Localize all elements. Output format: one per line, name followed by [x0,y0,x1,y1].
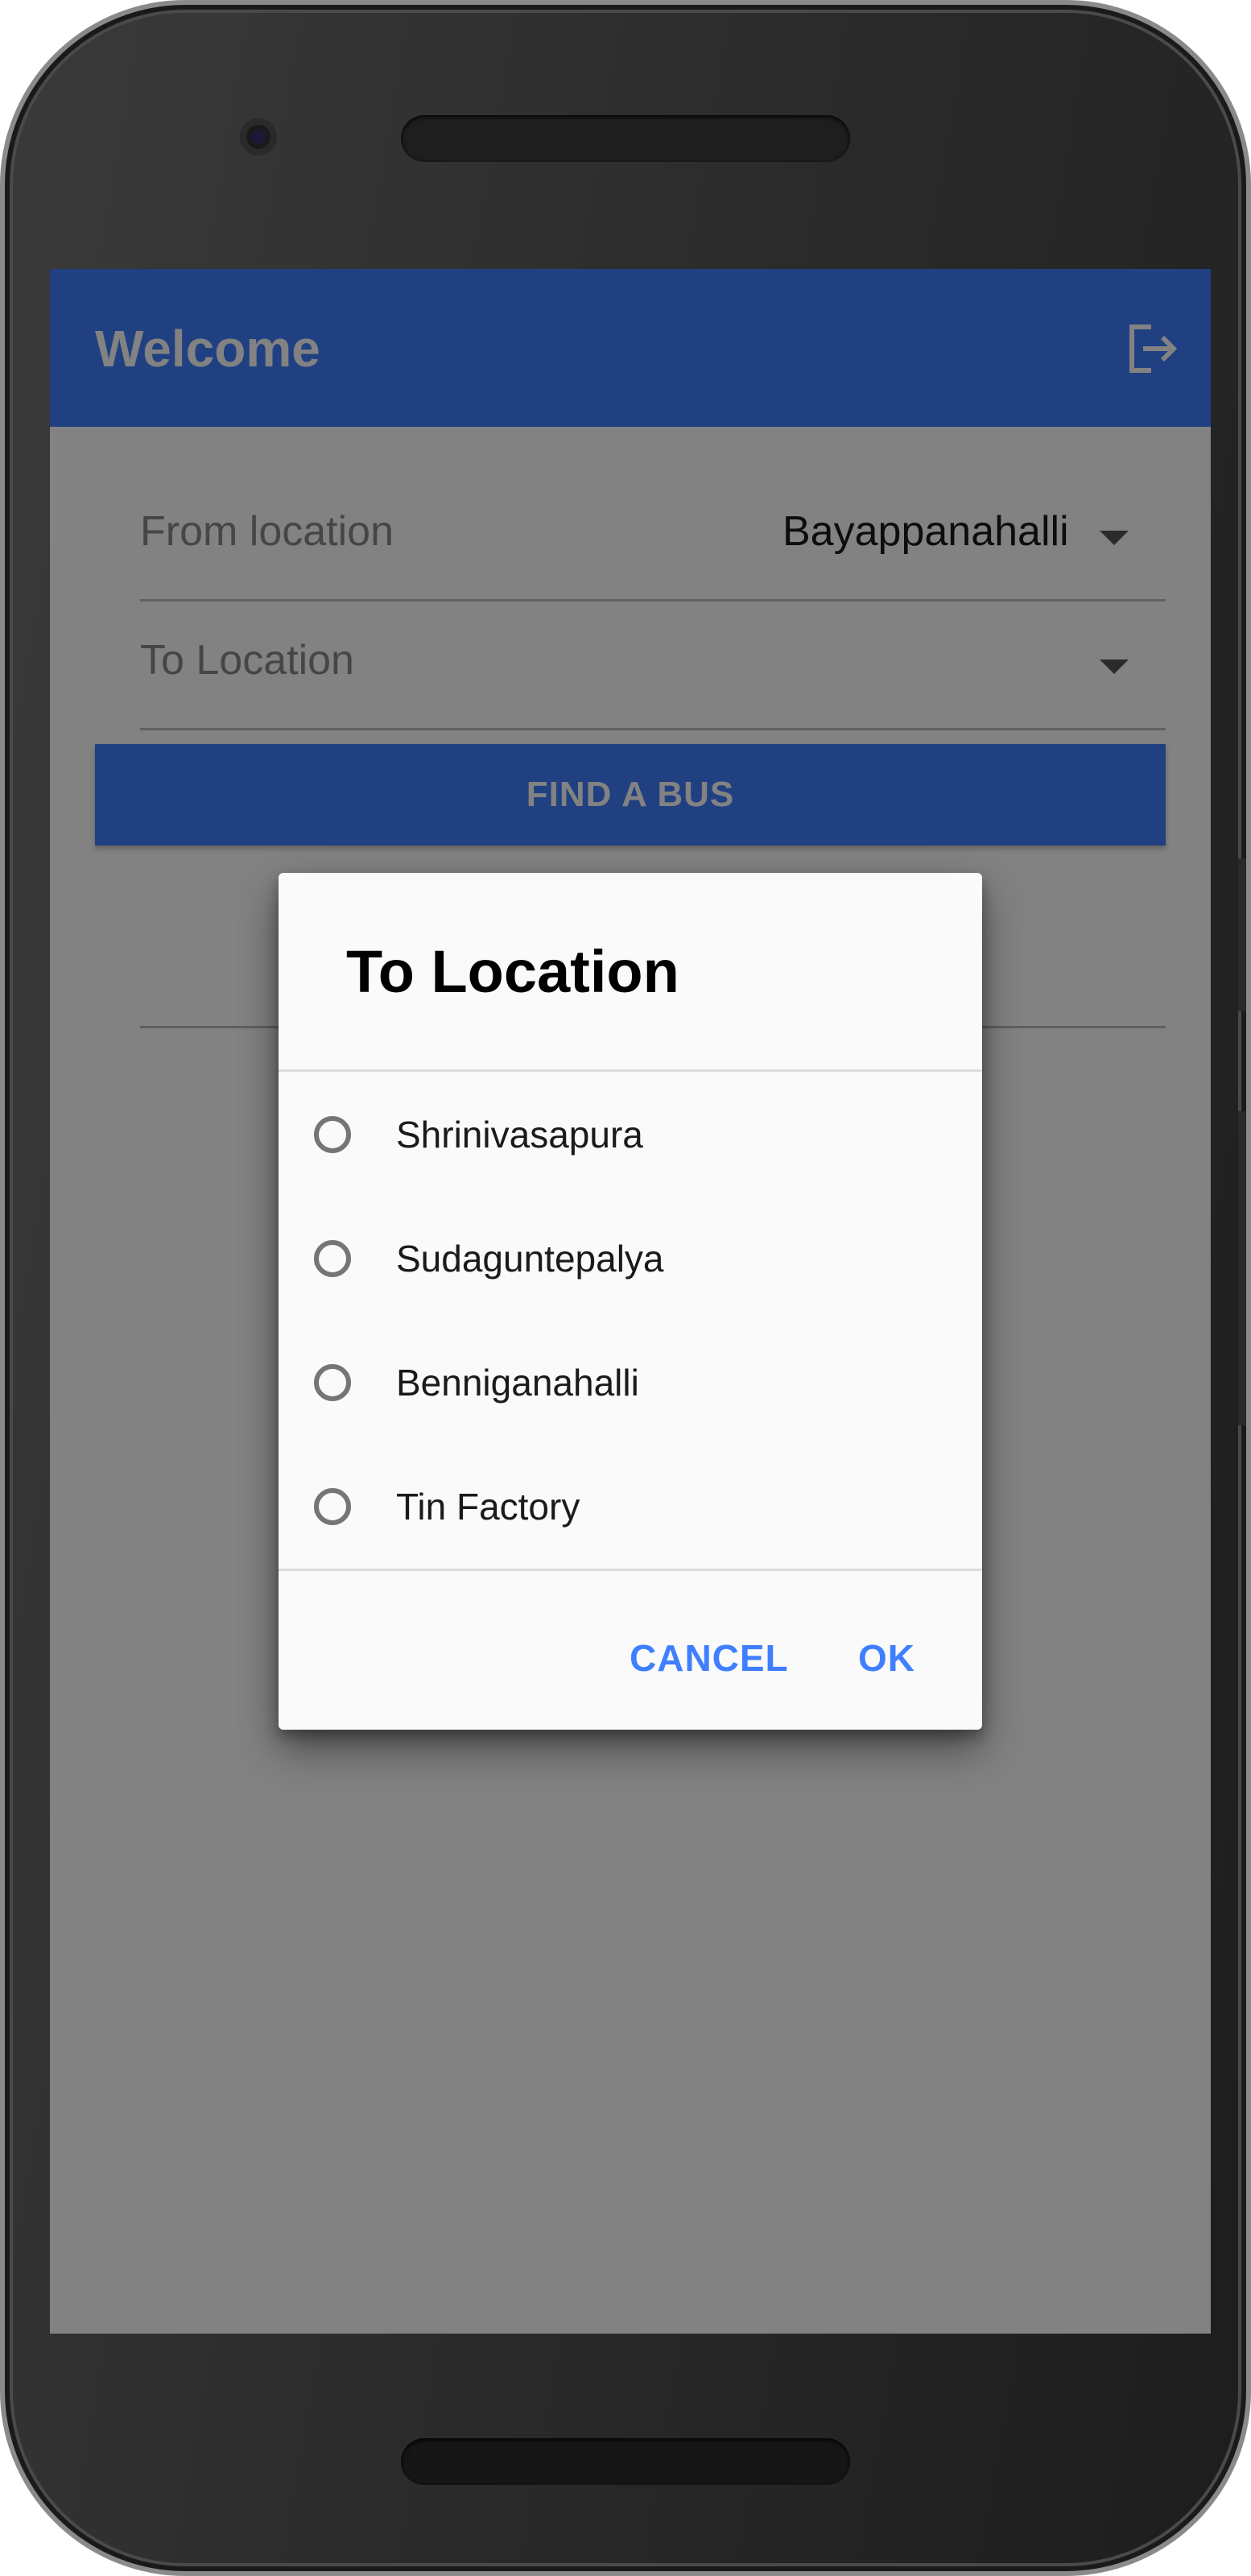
front-camera [240,118,277,155]
to-location-dialog: To Location Shrinivasapura Sudaguntepaly… [279,873,982,1730]
cancel-button[interactable]: CANCEL [630,1636,789,1680]
power-button [1238,858,1246,1011]
radio-unchecked-icon[interactable] [314,1364,351,1401]
option-label: Benniganahalli [396,1362,639,1404]
option-label: Shrinivasapura [396,1114,643,1156]
radio-unchecked-icon[interactable] [314,1116,351,1153]
app-screen: Welcome From location Bayappanahalli To … [50,269,1211,2334]
earpiece-speaker [401,115,850,162]
option-benniganahalli[interactable]: Benniganahalli [279,1321,982,1445]
option-sudaguntepalya[interactable]: Sudaguntepalya [279,1197,982,1321]
volume-button [1238,1111,1246,1425]
dialog-bottom-divider [279,1569,982,1571]
option-label: Sudaguntepalya [396,1238,664,1280]
bottom-speaker [401,2438,850,2485]
option-label: Tin Factory [396,1486,580,1528]
option-tin-factory[interactable]: Tin Factory [279,1445,982,1569]
dialog-title: To Location [346,938,679,1005]
phone-frame: Welcome From location Bayappanahalli To … [0,0,1251,2576]
ok-button[interactable]: OK [858,1636,915,1680]
option-shrinivasapura[interactable]: Shrinivasapura [279,1073,982,1197]
dialog-top-divider [279,1069,982,1072]
radio-unchecked-icon[interactable] [314,1488,351,1525]
radio-unchecked-icon[interactable] [314,1240,351,1277]
